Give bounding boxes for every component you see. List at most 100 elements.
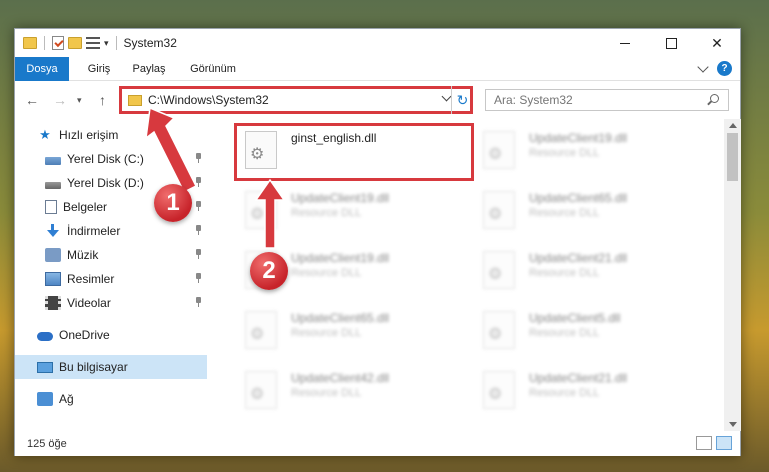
- ribbon-tabs: Dosya Giriş Paylaş Görünüm ?: [15, 57, 740, 81]
- list-item[interactable]: UpdateClient42.dll Resource DLL: [233, 363, 453, 413]
- sidebar-item-onedrive[interactable]: OneDrive: [15, 323, 207, 347]
- vertical-scrollbar[interactable]: [724, 119, 741, 431]
- properties-check-icon[interactable]: [52, 36, 64, 50]
- file-type: Resource DLL: [291, 327, 362, 339]
- list-item[interactable]: UpdateClient21.dll Resource DLL: [471, 243, 691, 293]
- pin-icon[interactable]: [195, 153, 201, 163]
- search-icon[interactable]: [710, 94, 719, 103]
- sidebar-item-label: Belgeler: [63, 200, 108, 214]
- file-explorer-window: ▾ System32 ✕ Dosya Giriş Paylaş Görünüm …: [14, 28, 741, 456]
- address-path: C:\Windows\System32: [148, 93, 269, 107]
- file-name: UpdateClient65.dll: [529, 191, 628, 205]
- sidebar-item-label: İndirmeler: [67, 224, 121, 238]
- step-2-badge: 2: [250, 252, 288, 290]
- music-icon: [45, 248, 61, 262]
- search-input[interactable]: [485, 89, 729, 111]
- address-bar[interactable]: C:\Windows\System32: [119, 86, 473, 114]
- pictures-icon: [45, 272, 61, 286]
- folder-icon: [128, 95, 142, 106]
- sidebar-item-network[interactable]: Ağ: [15, 387, 207, 411]
- sidebar-item-this-pc[interactable]: Bu bilgisayar: [15, 355, 207, 379]
- sidebar-item-pictures[interactable]: Resimler: [15, 267, 207, 291]
- scroll-up-icon[interactable]: [729, 123, 737, 128]
- dll-file-icon: [483, 251, 515, 289]
- sidebar-item-label: Yerel Disk (C:): [67, 152, 144, 166]
- sidebar-item-downloads[interactable]: İndirmeler: [15, 219, 207, 243]
- sidebar-item-local-disk-c[interactable]: Yerel Disk (C:): [15, 147, 207, 171]
- file-type: Resource DLL: [529, 267, 600, 279]
- file-name: UpdateClient19.dll: [529, 131, 628, 145]
- dll-file-icon: [483, 311, 515, 349]
- scrollbar-thumb[interactable]: [727, 133, 738, 181]
- sidebar-item-label: OneDrive: [59, 328, 110, 342]
- list-item[interactable]: UpdateClient21.dll Resource DLL: [471, 363, 691, 413]
- sidebar-item-quick-access[interactable]: ★ Hızlı erişim: [15, 123, 207, 147]
- computer-icon: [37, 361, 53, 373]
- folder-icon: [23, 37, 37, 49]
- customize-toolbar-icon[interactable]: ▾: [104, 38, 109, 49]
- view-toggle: [696, 436, 732, 450]
- sidebar-item-label: Bu bilgisayar: [59, 360, 128, 374]
- pin-icon[interactable]: [195, 249, 201, 259]
- details-view-icon[interactable]: [696, 436, 712, 450]
- pin-icon[interactable]: [195, 177, 201, 187]
- pin-icon[interactable]: [195, 273, 201, 283]
- tiles-view-icon[interactable]: [716, 436, 732, 450]
- file-name: UpdateClient5.dll: [529, 311, 621, 325]
- dll-file-icon: [245, 371, 277, 409]
- sidebar-item-label: Resimler: [67, 272, 115, 286]
- list-item[interactable]: UpdateClient65.dll Resource DLL: [233, 303, 453, 353]
- pin-icon[interactable]: [195, 225, 201, 235]
- list-item[interactable]: UpdateClient19.dll Resource DLL: [471, 123, 691, 173]
- toolbar-separator: [115, 36, 117, 50]
- sidebar-item-label: Yerel Disk (D:): [67, 176, 144, 190]
- recent-locations-icon[interactable]: ▾: [77, 95, 82, 106]
- file-type: Resource DLL: [529, 387, 600, 399]
- file-name: UpdateClient19.dll: [291, 251, 390, 265]
- quick-access-toolbar: ▾ System32: [23, 34, 177, 52]
- help-icon[interactable]: ?: [717, 61, 732, 76]
- minimize-button[interactable]: [602, 29, 648, 57]
- list-item[interactable]: UpdateClient65.dll Resource DLL: [471, 183, 691, 233]
- list-item[interactable]: UpdateClient5.dll Resource DLL: [471, 303, 691, 353]
- forward-arrow-icon[interactable]: →: [53, 92, 67, 108]
- sidebar-item-videos[interactable]: Videolar: [15, 291, 207, 315]
- list-item[interactable]: UpdateClient19.dll Resource DLL: [233, 183, 453, 233]
- file-type: Resource DLL: [291, 267, 362, 279]
- navigation-bar: ← → ▾ ↑ C:\Windows\System32 ↻: [15, 81, 740, 119]
- pin-icon[interactable]: [195, 201, 201, 211]
- refresh-icon[interactable]: ↻: [451, 86, 473, 114]
- file-name: UpdateClient42.dll: [291, 371, 390, 385]
- tab-view[interactable]: Görünüm: [185, 57, 241, 81]
- tab-home[interactable]: Giriş: [81, 57, 117, 81]
- file-name: UpdateClient65.dll: [291, 311, 390, 325]
- up-arrow-icon[interactable]: ↑: [99, 92, 106, 108]
- item-count: 125 öğe: [27, 438, 67, 450]
- properties-icon[interactable]: [86, 37, 100, 49]
- sidebar-item-label: Hızlı erişim: [59, 128, 119, 142]
- sidebar-item-label: Videolar: [67, 296, 111, 310]
- dll-file-icon: [483, 131, 515, 169]
- drive-icon: [45, 156, 61, 165]
- chevron-down-icon[interactable]: [441, 91, 452, 102]
- maximize-button[interactable]: [648, 29, 694, 57]
- toolbar-separator: [44, 36, 45, 50]
- back-arrow-icon[interactable]: ←: [25, 92, 39, 108]
- file-name: UpdateClient19.dll: [291, 191, 390, 205]
- sidebar-item-music[interactable]: Müzik: [15, 243, 207, 267]
- title-bar: ▾ System32 ✕: [15, 29, 740, 57]
- file-type: Resource DLL: [529, 147, 600, 159]
- documents-icon: [45, 200, 57, 214]
- close-button[interactable]: ✕: [694, 29, 740, 57]
- file-type: Resource DLL: [291, 387, 362, 399]
- pin-icon[interactable]: [195, 297, 201, 307]
- scroll-down-icon[interactable]: [729, 422, 737, 427]
- dll-file-icon: [483, 191, 515, 229]
- tab-file[interactable]: Dosya: [15, 57, 69, 81]
- tab-share[interactable]: Paylaş: [127, 57, 171, 81]
- expand-ribbon-icon[interactable]: [697, 61, 709, 73]
- downloads-icon: [45, 224, 61, 238]
- sidebar-item-label: Müzik: [67, 248, 99, 262]
- new-folder-icon[interactable]: [68, 37, 82, 49]
- file-type: Resource DLL: [529, 207, 600, 219]
